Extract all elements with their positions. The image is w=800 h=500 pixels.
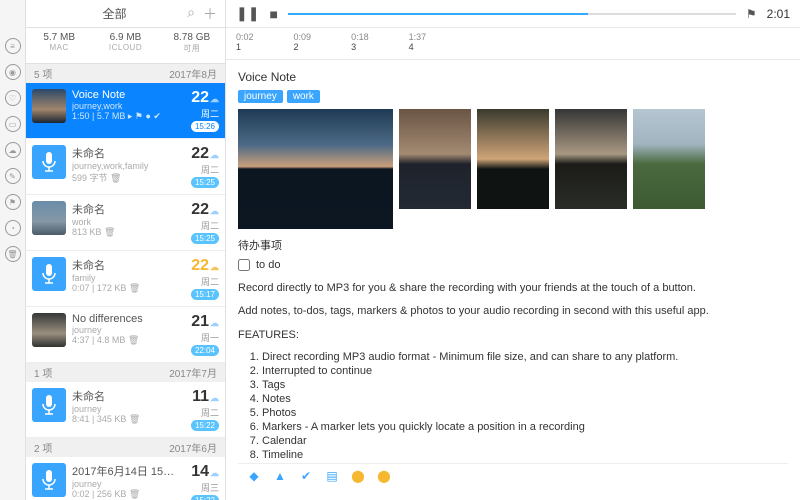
mic-icon — [32, 257, 66, 291]
note-icon[interactable]: ▤ — [324, 468, 340, 484]
rail-trash-icon[interactable]: 🗑 — [5, 246, 21, 262]
note-photo[interactable] — [399, 109, 471, 209]
stop-button[interactable]: ■ — [269, 6, 277, 22]
note-photo[interactable] — [477, 109, 549, 209]
rail-flag-icon[interactable]: ⚑ — [5, 194, 21, 210]
list-group-header: 5 项2017年8月 — [26, 64, 225, 83]
note-toolbar: ◆ ▲ ✔ ▤ ⬤ ⬤ — [238, 463, 788, 488]
tag[interactable]: journey — [238, 90, 283, 103]
feature-item: Direct recording MP3 audio format - Mini… — [262, 351, 788, 363]
star2-icon[interactable]: ⬤ — [376, 468, 392, 484]
note-photo[interactable] — [555, 109, 627, 209]
feature-item: Notes — [262, 393, 788, 405]
note-photo[interactable] — [633, 109, 705, 209]
photo-thumb — [32, 89, 66, 123]
mic-icon — [32, 388, 66, 422]
rail-cloud-icon[interactable]: ☁ — [5, 142, 21, 158]
recording-list[interactable]: 5 项2017年8月Voice Notejourney,work1:50 | 5… — [26, 64, 225, 500]
icon-rail: ≡ ◉ ♡ ▭ ☁ ✎ ⚑ ◔ 🗑 — [0, 0, 26, 500]
note-paragraph: Record directly to MP3 for you & share t… — [238, 281, 788, 296]
rail-album-icon[interactable]: ◉ — [5, 64, 21, 80]
feature-item: Tags — [262, 379, 788, 391]
tag[interactable]: work — [287, 90, 320, 103]
rail-heart-icon[interactable]: ♡ — [5, 90, 21, 106]
photo-thumb — [32, 313, 66, 347]
rail-edit-icon[interactable]: ✎ — [5, 168, 21, 184]
list-item[interactable]: 未命名family0:07 | 172 KB 🗑22☁周二15:17 — [26, 251, 225, 307]
pause-button[interactable]: ❚❚ — [236, 5, 259, 22]
main-pane: ❚❚ ■ ⚑ 2:01 0:0210:0920:1831:374 Voice N… — [226, 0, 800, 500]
player-time: 2:01 — [767, 7, 790, 21]
mic-icon — [32, 463, 66, 497]
list-group-header: 1 项2017年7月 — [26, 363, 225, 382]
todo-label: to do — [256, 259, 280, 271]
sidebar-title: 全部 — [42, 5, 187, 22]
storage-icloud-value: 6.9 MB — [92, 32, 158, 43]
flag-button[interactable]: ⚑ — [746, 7, 757, 21]
feature-item: Calendar — [262, 435, 788, 447]
todo-section-label: 待办事项 — [238, 237, 788, 253]
storage-free-value: 8.78 GB — [159, 32, 225, 43]
list-item[interactable]: 未命名journey8:41 | 345 KB 🗑11☁周二15:22 — [26, 382, 225, 438]
mic-icon — [32, 145, 66, 179]
rail-display-icon[interactable]: ▭ — [5, 116, 21, 132]
storage-bar: 5.7 MBMAC 6.9 MBICLOUD 8.78 GB可用 — [26, 28, 225, 64]
sidebar-topbar: ⌕ 全部 ⌕ ＋ — [26, 0, 225, 28]
tag-icon[interactable]: ◆ — [246, 468, 262, 484]
player-bar: ❚❚ ■ ⚑ 2:01 — [226, 0, 800, 28]
list-item[interactable]: 2017年6月14日 15:22:46journey0:02 | 256 KB … — [26, 457, 225, 500]
list-item[interactable]: Voice Notejourney,work1:50 | 5.7 MB ▸ ⚑ … — [26, 83, 225, 139]
todo-item[interactable]: to do — [238, 259, 788, 271]
photo-icon[interactable]: ▲ — [272, 468, 288, 484]
progress-track[interactable] — [288, 13, 736, 15]
list-item[interactable]: 未命名journey,work,family599 字节 🗑22☁周二15:25 — [26, 139, 225, 195]
add-icon[interactable]: ＋ — [203, 4, 217, 24]
note-tags: journey work — [238, 90, 788, 103]
note-content: Voice Note journey work 待办事项 to do Record… — [226, 60, 800, 500]
feature-item: Markers - A marker lets you quickly loca… — [262, 421, 788, 433]
sidebar: ⌕ 全部 ⌕ ＋ 5.7 MBMAC 6.9 MBICLOUD 8.78 GB可… — [26, 0, 226, 500]
feature-item: Timeline — [262, 449, 788, 461]
feature-item: Photos — [262, 407, 788, 419]
storage-mac-value: 5.7 MB — [26, 32, 92, 43]
storage-mac-label: MAC — [26, 43, 92, 52]
feature-item: Interrupted to continue — [262, 365, 788, 377]
todo-checkbox[interactable] — [238, 259, 250, 271]
marker-ruler: 0:0210:0920:1831:374 — [226, 28, 800, 60]
star-icon[interactable]: ⬤ — [350, 468, 366, 484]
list-group-header: 2 项2017年6月 — [26, 438, 225, 457]
note-title: Voice Note — [238, 70, 788, 84]
note-photo[interactable] — [238, 109, 393, 229]
note-paragraph: FEATURES: — [238, 328, 788, 343]
check-icon[interactable]: ✔ — [298, 468, 314, 484]
list-item[interactable]: No differencesjourney4:37 | 4.8 MB 🗑21☁周… — [26, 307, 225, 363]
search-icon[interactable]: ⌕ — [187, 4, 195, 24]
rail-list-icon[interactable]: ≡ — [5, 38, 21, 54]
photo-thumb — [32, 201, 66, 235]
note-paragraph: Add notes, to-dos, tags, markers & photo… — [238, 304, 788, 319]
feature-list: Direct recording MP3 audio format - Mini… — [262, 351, 788, 461]
rail-chart-icon[interactable]: ◔ — [5, 220, 21, 236]
note-body: Record directly to MP3 for you & share t… — [238, 281, 788, 461]
storage-icloud-label: ICLOUD — [92, 43, 158, 52]
note-photos — [238, 109, 788, 229]
storage-free-label: 可用 — [159, 43, 225, 54]
list-item[interactable]: 未命名work813 KB 🗑22☁周二15:25 — [26, 195, 225, 251]
